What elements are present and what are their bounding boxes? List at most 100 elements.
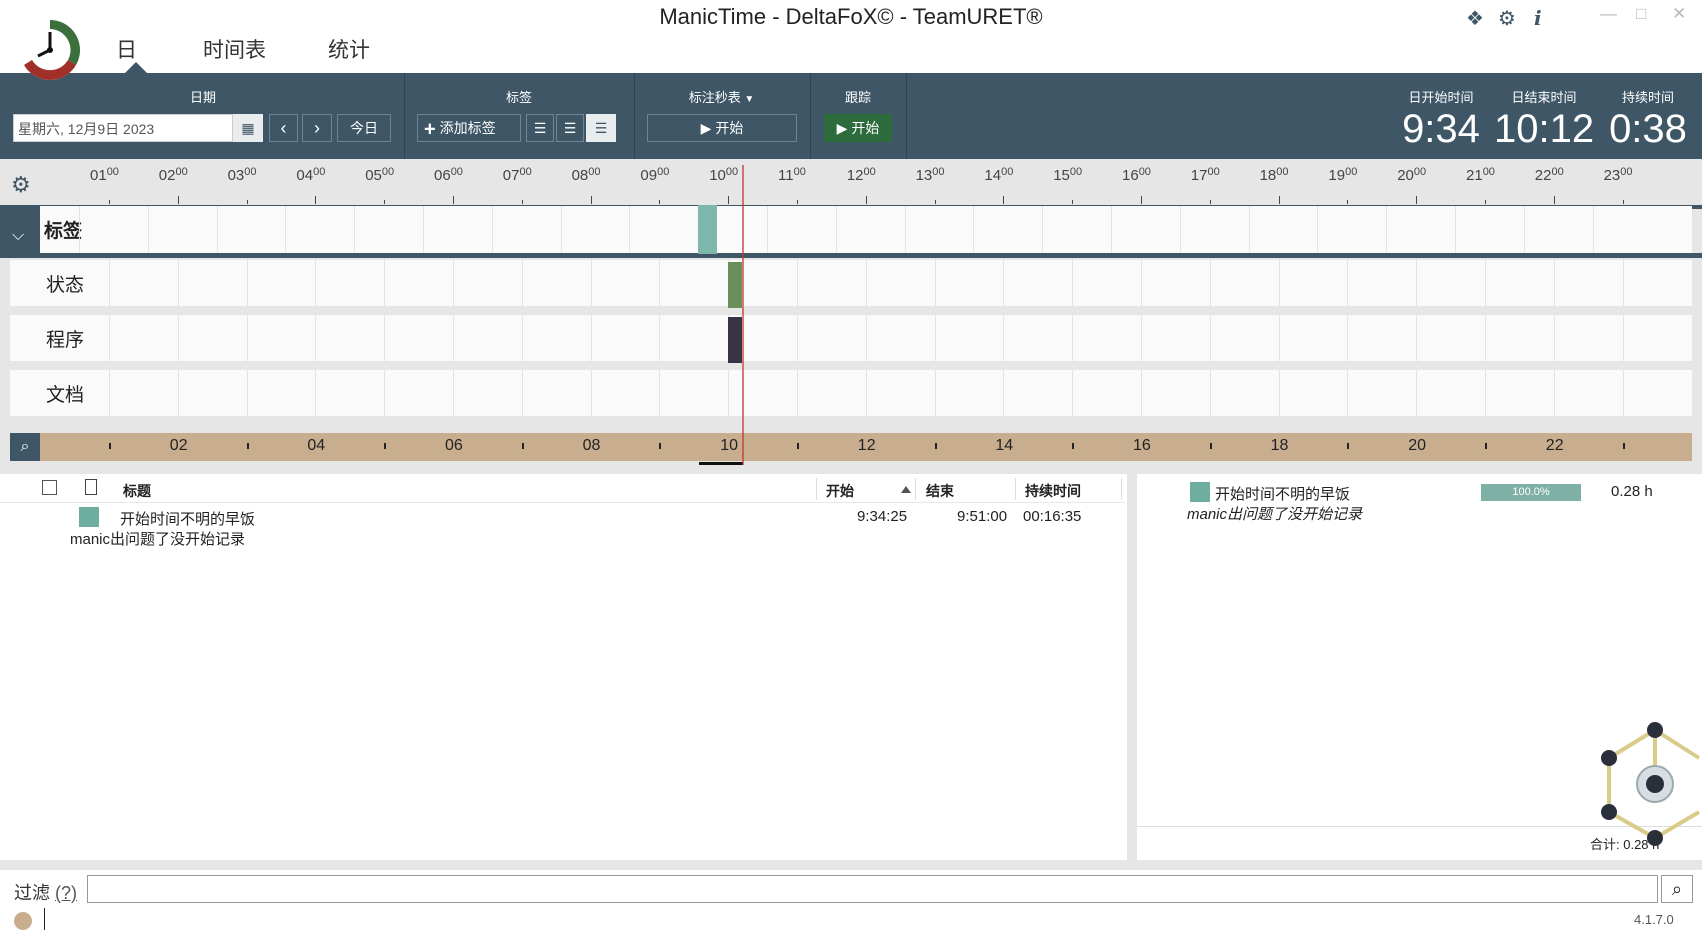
zoom-search-icon[interactable]: ⌕ (10, 433, 40, 461)
timeline-settings-gear-icon[interactable]: ⚙ (11, 172, 31, 198)
play-icon: ▶ (836, 120, 848, 136)
grid-line (934, 260, 936, 306)
grid-line (659, 315, 661, 361)
filter-help-link[interactable]: (?) (55, 883, 77, 903)
grid-line (1485, 260, 1486, 306)
current-time-line (742, 165, 744, 465)
hour-tick (590, 196, 592, 204)
grid-line (1317, 206, 1319, 252)
stopwatch-start-button[interactable]: ▶ 开始 (647, 114, 797, 142)
info-icon[interactable]: i (1534, 6, 1542, 30)
hour-tick (246, 200, 248, 204)
column-divider (816, 478, 817, 500)
grouped-list-icon[interactable]: ☰ (586, 114, 616, 142)
puzzle-icon[interactable]: ❖ (1466, 6, 1484, 31)
tracking-start-button[interactable]: ▶ 开始 (824, 114, 892, 142)
list-view-icon[interactable]: ☰ (526, 114, 554, 142)
grid-line (659, 260, 661, 306)
grid-line (865, 370, 867, 416)
grid-line (453, 370, 454, 416)
grid-line (1455, 206, 1456, 252)
tab-statistics[interactable]: 统计 (328, 34, 370, 64)
grid-line (767, 206, 768, 252)
duration-value: 0:38 (1609, 107, 1687, 151)
column-end[interactable]: 结束 (926, 481, 954, 501)
tab-timesheet[interactable]: 时间表 (203, 34, 266, 64)
document-icon[interactable] (85, 479, 97, 495)
timeline-navigator[interactable]: ⌕ 02 04 06 08 10 12 14 16 18 20 22 (10, 433, 1692, 461)
row-label-program: 程序 (46, 330, 85, 351)
next-day-button[interactable]: › (302, 114, 332, 142)
molecule-widget-icon[interactable] (1579, 712, 1702, 860)
pane-splitter[interactable] (1127, 474, 1137, 860)
grid-line (1141, 315, 1142, 361)
hour-label: 2200 (1534, 166, 1564, 184)
grid-line (177, 370, 179, 416)
grid-line (285, 206, 287, 252)
hour-label: 2100 (1466, 166, 1495, 184)
navigator-selection[interactable] (699, 462, 743, 465)
select-all-checkbox[interactable] (42, 480, 57, 495)
stopwatch-header[interactable]: 标注秒表 ▼ (634, 87, 809, 106)
grid-line (835, 206, 837, 252)
column-title[interactable]: 标题 (123, 481, 151, 501)
hour-label: 1800 (1259, 166, 1289, 184)
summary-panel: 开始时间不明的早饭 manic出问题了没开始记录 100.0% 0.28 h 合… (1137, 474, 1702, 860)
hour-tick (934, 200, 936, 204)
tab-day[interactable]: 日 (116, 34, 137, 64)
timeline-row-tags[interactable]: 标签 (40, 206, 1692, 253)
column-duration[interactable]: 持续时间 (1025, 481, 1081, 501)
column-start[interactable]: 开始 (826, 481, 854, 501)
grid-line (1416, 370, 1418, 416)
hour-tick (1553, 196, 1555, 204)
tag-activity-block[interactable] (698, 205, 717, 254)
grid-line (1179, 206, 1181, 252)
timeline-area: ⚙ 0100 0200 0300 0400 0500 0600 0700 0800 0900 10… (0, 159, 1702, 474)
hour-label: 1100 (778, 166, 806, 184)
chevron-down-icon[interactable]: ⌵ (12, 227, 24, 245)
grid-line (1003, 260, 1005, 306)
grid-line (1072, 260, 1074, 306)
hour-label: 1000 (709, 166, 739, 184)
timeline-row-document[interactable]: 文档 (10, 370, 1692, 416)
toolbar-divider (810, 73, 811, 159)
hour-ruler[interactable]: ⚙ 0100 0200 0300 0400 0500 0600 0700 0800 0900 10… (0, 159, 1702, 204)
hour-tick (1347, 200, 1349, 204)
hour-label: 1400 (984, 166, 1014, 184)
navigator-tick (1622, 443, 1625, 449)
calendar-icon[interactable]: ▦ (233, 114, 263, 142)
grid-line (797, 315, 798, 361)
navigator-tick (246, 443, 249, 449)
timeline-row-program[interactable]: 程序 (10, 315, 1692, 361)
grid-line (521, 370, 523, 416)
status-activity-block[interactable] (728, 262, 742, 308)
navigator-tick (1485, 443, 1487, 449)
grid-line (973, 206, 975, 252)
hour-tick (1003, 196, 1005, 204)
add-tag-button[interactable]: + 添加标签 (417, 114, 521, 142)
minimize-button[interactable]: — (1600, 4, 1617, 24)
grid-line (1042, 206, 1044, 252)
filter-search-icon[interactable]: ⌕ (1661, 875, 1693, 903)
date-field[interactable]: 星期六, 12月9日 2023 (13, 114, 233, 142)
navigator-hour-label: 02 (169, 437, 188, 454)
previous-day-button[interactable]: ‹ (269, 114, 298, 142)
plus-icon: + (424, 118, 436, 141)
detail-list-icon[interactable]: ☰ (556, 114, 584, 142)
column-divider (1121, 478, 1122, 500)
today-button[interactable]: 今日 (337, 114, 391, 142)
close-button[interactable]: ✕ (1672, 4, 1686, 24)
program-activity-block[interactable] (728, 317, 742, 363)
filter-input[interactable] (87, 875, 1658, 903)
hour-label: 0800 (571, 166, 601, 184)
grid-line (109, 370, 110, 416)
grid-line (216, 206, 218, 252)
timeline-row-status[interactable]: 状态 (10, 260, 1692, 306)
title-bar: ManicTime - DeltaFoX© - TeamURET® 日 时间表 … (0, 0, 1702, 81)
hour-label: 2300 (1603, 166, 1633, 184)
navigator-hour-label: 18 (1270, 437, 1289, 454)
maximize-button[interactable]: □ (1636, 4, 1646, 24)
grid-line (109, 315, 110, 361)
grid-line (384, 315, 386, 361)
gear-icon[interactable]: ⚙ (1498, 6, 1516, 31)
